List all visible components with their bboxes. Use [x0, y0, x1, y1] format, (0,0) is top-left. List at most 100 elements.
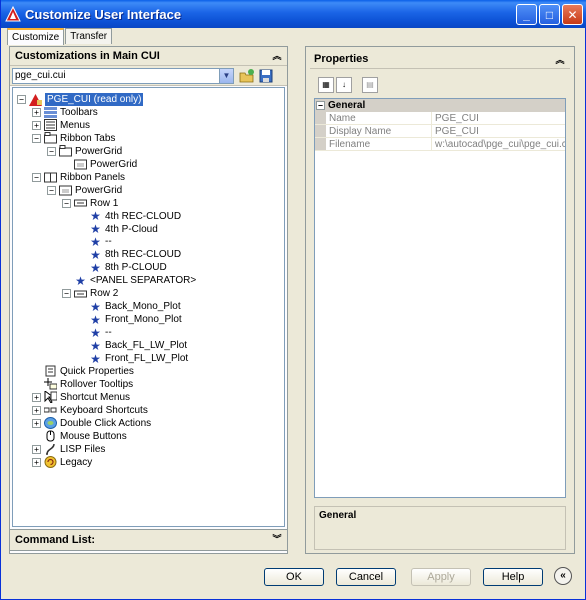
alphabetical-sort-icon[interactable]: ↓ — [336, 77, 352, 93]
tree-item[interactable]: + Legacy — [32, 456, 92, 469]
property-row[interactable]: Display Name PGE_CUI — [315, 125, 565, 138]
cui-file-icon — [29, 93, 45, 106]
tree-item[interactable]: + Shortcut Menus — [32, 391, 130, 404]
command-list-header[interactable]: Command List: ︾ — [9, 529, 288, 551]
ribbon-tab-icon — [59, 145, 75, 157]
collapse-icon[interactable]: − — [17, 95, 26, 104]
expand-icon[interactable]: + — [32, 418, 41, 428]
tree-item[interactable]: − Ribbon Panels — [32, 171, 125, 184]
double-click-icon — [44, 417, 60, 430]
tab-customize[interactable]: Customize — [7, 28, 65, 45]
ribbon-tabs-icon — [44, 132, 60, 144]
properties-toolbar: ▦ ↓ ▤ — [310, 75, 570, 95]
menus-icon — [44, 119, 60, 132]
collapse-chevron-icon[interactable]: ︽ — [554, 54, 566, 66]
expand-icon[interactable]: + — [32, 444, 41, 454]
combo-dropdown-icon[interactable]: ▼ — [219, 69, 233, 83]
apply-button[interactable]: Apply — [411, 568, 471, 586]
tree-item[interactable]: + Toolbars — [32, 106, 98, 119]
tree-item-label: -- — [105, 327, 112, 339]
command-star-icon: ★ — [90, 325, 101, 340]
tree-item[interactable]: − PGE_CUI (read only) — [17, 93, 144, 106]
window-title: Customize User Interface — [25, 6, 182, 22]
tab-transfer[interactable]: Transfer — [65, 28, 113, 44]
collapse-icon[interactable]: − — [316, 101, 325, 110]
mouse-buttons-icon — [44, 430, 60, 442]
tree-item-label: PowerGrid — [90, 158, 138, 170]
tree-item[interactable]: Rollover Tooltips — [32, 378, 133, 391]
expand-icon[interactable]: + — [32, 457, 41, 467]
expand-chevron-icon[interactable]: ︾ — [271, 533, 283, 545]
grid-gutter — [315, 125, 326, 137]
tree-item[interactable]: ★ 4th REC-CLOUD — [77, 210, 181, 223]
tree-item-label: <PANEL SEPARATOR> — [90, 275, 197, 287]
property-value[interactable]: PGE_CUI — [432, 112, 565, 124]
property-grid[interactable]: − General Name PGE_CUI Display Name PGE_CUI… — [314, 98, 566, 498]
collapse-chevron-icon[interactable]: ︽ — [271, 50, 283, 62]
maximize-button[interactable]: □ — [539, 4, 560, 25]
lisp-files-icon — [44, 443, 60, 456]
expand-icon[interactable]: + — [32, 405, 41, 415]
tree-item[interactable]: − PowerGrid — [47, 145, 122, 158]
expand-icon[interactable]: + — [32, 107, 41, 117]
hide-panel-icon[interactable]: « — [554, 567, 572, 585]
collapse-icon[interactable]: − — [32, 172, 41, 182]
tree-item[interactable]: ★ Front_FL_LW_Plot — [77, 352, 188, 365]
properties-panel: Properties ︽ ▦ ↓ ▤ − General Name PGE_CUI… — [305, 46, 575, 554]
tree-item-label: 8th P-CLOUD — [105, 262, 167, 274]
tree-item[interactable]: − Ribbon Tabs — [32, 132, 115, 145]
cui-file-combo[interactable]: pge_cui.cui ▼ — [12, 68, 234, 84]
description-area: General — [314, 506, 566, 550]
tree-item[interactable]: ★ Back_FL_LW_Plot — [77, 339, 187, 352]
minimize-button[interactable]: _ — [516, 4, 537, 25]
tree-item[interactable]: − PowerGrid — [47, 184, 122, 197]
tree-item-label: Back_Mono_Plot — [105, 301, 181, 313]
tree-item[interactable]: + LISP Files — [32, 443, 105, 456]
tree-item[interactable]: ★ 4th P-Cloud — [77, 223, 158, 236]
collapse-icon[interactable]: − — [62, 289, 71, 299]
shortcut-menus-icon — [44, 391, 60, 404]
cancel-button[interactable]: Cancel — [336, 568, 396, 586]
collapse-icon[interactable]: − — [32, 133, 41, 143]
tree-item[interactable]: + Menus — [32, 119, 90, 132]
tree-item-label: PowerGrid — [75, 145, 123, 157]
ok-button[interactable]: OK — [264, 568, 324, 586]
collapse-icon[interactable]: − — [47, 146, 56, 156]
save-cui-icon[interactable] — [258, 68, 274, 84]
collapse-icon[interactable]: − — [47, 185, 56, 195]
open-cui-icon[interactable] — [239, 68, 255, 84]
tree-item[interactable]: ★ 8th REC-CLOUD — [77, 248, 181, 261]
ribbon-panels-icon — [44, 171, 60, 183]
property-value[interactable]: PGE_CUI — [432, 125, 565, 137]
tree-item[interactable]: ★ Front_Mono_Plot — [77, 313, 182, 326]
property-value[interactable]: w:\autocad\pge_cui\pge_cui.cui — [432, 138, 565, 150]
tree-item[interactable]: + Keyboard Shortcuts — [32, 404, 148, 417]
tree-item-label: Toolbars — [60, 106, 98, 118]
help-button[interactable]: Help — [483, 568, 543, 586]
expand-icon[interactable]: + — [32, 120, 41, 130]
customizations-tree[interactable]: − PGE_CUI (read only) + Toolbars + Menus − Ribb… — [12, 87, 285, 527]
customizations-header-label: Customizations in Main CUI — [15, 50, 160, 62]
tree-item[interactable]: ★ 8th P-CLOUD — [77, 261, 167, 274]
tree-item[interactable]: ★ <PANEL SEPARATOR> — [62, 274, 196, 287]
expand-icon[interactable]: + — [32, 392, 41, 402]
tree-item[interactable]: − Row 1 — [62, 197, 118, 210]
tree-item[interactable]: Quick Properties — [32, 365, 134, 378]
property-name: Name — [326, 112, 432, 124]
property-pages-icon[interactable]: ▤ — [362, 77, 378, 93]
general-category[interactable]: − General — [315, 99, 565, 112]
close-button[interactable]: ✕ — [562, 4, 583, 25]
categorized-view-icon[interactable]: ▦ — [318, 77, 334, 93]
tree-item[interactable]: Mouse Buttons — [32, 430, 127, 443]
tree-item[interactable]: − Row 2 — [62, 287, 118, 300]
tree-item[interactable]: + Double Click Actions — [32, 417, 151, 430]
tree-item[interactable]: ★ -- — [77, 235, 112, 248]
title-bar[interactable]: Customize User Interface _ □ ✕ — [1, 0, 586, 28]
tree-item[interactable]: PowerGrid — [62, 158, 137, 171]
tree-item-label: Menus — [60, 119, 91, 131]
tree-item[interactable]: ★ Back_Mono_Plot — [77, 300, 181, 313]
collapse-icon[interactable]: − — [62, 198, 71, 208]
property-row[interactable]: Name PGE_CUI — [315, 112, 565, 125]
tree-item[interactable]: ★ -- — [77, 326, 112, 339]
property-row[interactable]: Filename w:\autocad\pge_cui\pge_cui.cui — [315, 138, 565, 151]
